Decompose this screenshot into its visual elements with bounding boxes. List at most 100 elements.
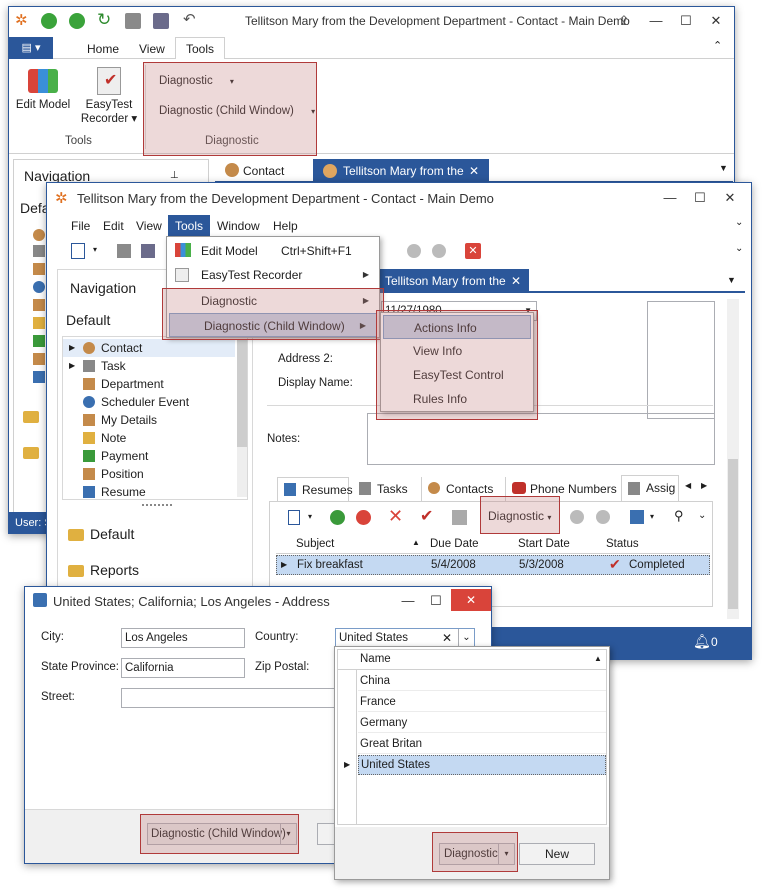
menu-tools[interactable]: Tools (168, 215, 210, 237)
down-arrow-icon[interactable] (69, 13, 85, 29)
grid-new-icon[interactable] (288, 510, 300, 525)
easytest-recorder-button[interactable]: ✔ EasyTest Recorder ▾ (79, 63, 139, 133)
header-subject[interactable]: Subject (296, 534, 334, 554)
tab-assignments[interactable]: Assig (621, 475, 679, 501)
grid-save-dropdown-icon[interactable]: ▾ (650, 512, 654, 521)
app-gear-icon[interactable]: ✲ (15, 13, 31, 29)
grid-down-icon[interactable] (596, 510, 610, 524)
list-item[interactable]: Great Britan (358, 734, 606, 754)
tab-scroll-right-icon[interactable]: ▶ (701, 481, 707, 490)
pin-icon[interactable]: ⇪ (613, 12, 635, 30)
child-doc-dropdown-icon[interactable]: ▼ (727, 275, 736, 285)
grid-unlink-icon[interactable] (356, 510, 371, 525)
tree-item-my-details[interactable]: My Details (63, 411, 235, 429)
nav-group-reports[interactable]: Reports (68, 562, 139, 584)
grid-save-icon[interactable] (630, 510, 644, 524)
tab-resumes[interactable]: Resumes (277, 477, 353, 501)
header-due-date[interactable]: Due Date (430, 534, 479, 554)
grid-more-icon[interactable]: ⌄ (698, 510, 706, 521)
list-item[interactable]: Germany (358, 713, 606, 733)
menu-file[interactable]: File (71, 219, 90, 233)
tab-tasks[interactable]: Tasks (353, 477, 417, 501)
up-arrow-icon[interactable] (41, 13, 57, 29)
table-row[interactable]: ▶ Fix breakfast 5/4/2008 5/3/2008 ✔ Comp… (276, 555, 710, 575)
child-maximize-icon[interactable]: ☐ (689, 189, 711, 207)
toolbar-delete-icon[interactable]: ✕ (465, 243, 481, 259)
address-maximize-icon[interactable]: ☐ (425, 592, 447, 610)
address-minimize-icon[interactable]: — (397, 592, 419, 610)
maximize-icon[interactable]: ☐ (675, 12, 697, 30)
doc-tabs-dropdown-icon[interactable]: ▼ (719, 163, 728, 173)
grid-print-icon[interactable] (452, 510, 467, 525)
close-icon[interactable]: ✕ (705, 12, 727, 30)
file-menu-button[interactable]: ▤ ▾ (9, 37, 53, 59)
main-vscroll[interactable] (727, 299, 739, 619)
lookup-header[interactable]: Name ▲ (338, 650, 606, 670)
grid-new-dropdown-icon[interactable]: ▾ (308, 512, 312, 521)
tree-item-department[interactable]: Department (63, 375, 235, 393)
grid-up-icon[interactable] (570, 510, 584, 524)
ribbon-collapse-icon[interactable]: ⌃ (713, 39, 722, 52)
menu-edit[interactable]: Edit (103, 219, 124, 233)
toolbar-save-icon[interactable] (117, 244, 131, 258)
country-field[interactable]: United States ✕ ⌄ (335, 628, 475, 648)
child-doc-tab-close-icon[interactable]: ✕ (511, 269, 521, 293)
country-clear-icon[interactable]: ✕ (442, 629, 452, 647)
tree-item-scheduler[interactable]: Scheduler Event (63, 393, 235, 411)
new-doc-icon[interactable] (71, 243, 85, 259)
doc-tab-close-icon[interactable]: ✕ (469, 159, 479, 183)
doc-tab-contact[interactable]: Contact (223, 161, 297, 181)
new-doc-dropdown-icon[interactable]: ▾ (93, 245, 97, 254)
grid-search-icon[interactable]: ⚲ (674, 508, 684, 524)
menu-view[interactable]: View (136, 219, 162, 233)
child-doc-tab-mary[interactable]: Tellitson Mary from the ✕ (377, 269, 529, 293)
child-close-icon[interactable]: ✕ (719, 189, 741, 207)
tab-tools[interactable]: Tools (175, 37, 225, 60)
tree-item-position[interactable]: Position (63, 465, 235, 483)
save-icon[interactable] (125, 13, 141, 29)
notes-field[interactable] (367, 413, 715, 465)
state-field[interactable]: California (121, 658, 245, 678)
menu-window[interactable]: Window (217, 219, 260, 233)
child-minimize-icon[interactable]: — (659, 189, 681, 207)
nav-group-default[interactable]: Default (68, 526, 134, 548)
undo-icon[interactable]: ↶ (183, 10, 199, 28)
tab-scroll-left-icon[interactable]: ◀ (685, 481, 691, 490)
menu-bar-expand-icon[interactable]: ⌄ (735, 217, 743, 228)
toolbar-expand-icon[interactable]: ⌄ (735, 243, 743, 254)
grid-check-icon[interactable]: ✔ (420, 506, 433, 526)
lookup-new-button[interactable]: New (519, 843, 595, 865)
list-item-selected[interactable]: United States (358, 755, 606, 775)
country-dropdown-icon[interactable]: ⌄ (458, 629, 474, 647)
header-status[interactable]: Status (606, 534, 639, 554)
save-close-icon[interactable] (153, 13, 169, 29)
tree-scrollbar[interactable] (237, 339, 247, 497)
city-field[interactable]: Los Angeles (121, 628, 245, 648)
tab-home[interactable]: Home (87, 42, 119, 56)
list-item[interactable]: China (358, 671, 606, 691)
tab-view[interactable]: View (139, 42, 165, 56)
doc-tab-mary[interactable]: Tellitson Mary from the ✕ (313, 159, 489, 183)
menu-item-easytest[interactable]: EasyTest Recorder ▶ (167, 263, 379, 287)
tree-item-contact[interactable]: ▶ Contact (63, 339, 235, 357)
toolbar-up-icon[interactable] (407, 244, 421, 258)
tree-item-task[interactable]: ▶ Task (63, 357, 235, 375)
grid-link-icon[interactable] (330, 510, 345, 525)
refresh-icon[interactable]: ↻ (97, 11, 115, 29)
menu-help[interactable]: Help (273, 219, 298, 233)
splitter-grip[interactable] (142, 504, 172, 508)
header-start-date[interactable]: Start Date (518, 534, 570, 554)
street-field[interactable] (121, 688, 335, 708)
address-close-button[interactable]: ✕ (451, 589, 491, 611)
edit-model-button[interactable]: Edit Model (15, 63, 71, 123)
nav-pin-icon[interactable]: ⊥ (170, 170, 179, 181)
toolbar-down-icon[interactable] (432, 244, 446, 258)
minimize-icon[interactable]: — (645, 12, 667, 30)
list-item[interactable]: France (358, 692, 606, 712)
menu-item-edit-model[interactable]: Edit Model Ctrl+Shift+F1 (167, 239, 379, 263)
tree-item-payment[interactable]: Payment (63, 447, 235, 465)
bell-icon[interactable]: 🔔︎ (693, 633, 711, 650)
grid-delete-icon[interactable]: ✕ (388, 506, 403, 527)
tree-item-resume[interactable]: Resume (63, 483, 235, 501)
tree-item-note[interactable]: Note (63, 429, 235, 447)
